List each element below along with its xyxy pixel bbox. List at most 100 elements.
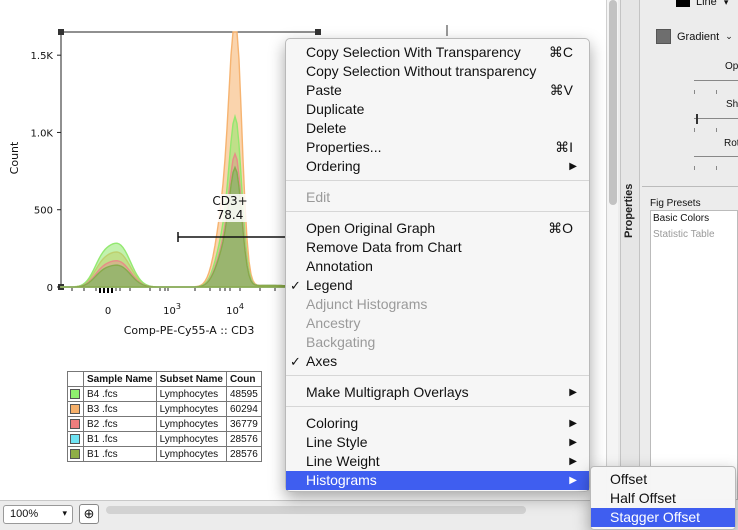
menu-item-edit: Edit — [286, 188, 589, 207]
line-label: Line — [696, 0, 717, 8]
rotation-label: Rot — [724, 138, 738, 149]
gradient-row[interactable]: Gradient ⌄ — [656, 29, 733, 44]
slider-tick — [716, 90, 717, 94]
slider-tick — [694, 128, 695, 132]
menu-item-copy-with-transparency[interactable]: Copy Selection With Transparency ⌘C — [286, 43, 589, 62]
menu-item-label: Axes — [306, 353, 338, 369]
column-header-subset: Subset Name — [155, 371, 227, 387]
column-header-count: Coun — [225, 371, 262, 387]
shadow-slider-thumb[interactable] — [696, 114, 698, 124]
menu-item-paste[interactable]: Paste ⌘V — [286, 81, 589, 100]
shadow-label: Sha — [726, 99, 738, 110]
sample-table[interactable]: Sample Name Subset Name Coun B4 .fcs Lymp… — [67, 371, 262, 462]
table-row[interactable]: B3 .fcs Lymphocytes 60294 — [67, 401, 262, 417]
fig-presets-list[interactable] — [650, 210, 738, 500]
submenu-arrow-icon: ▶ — [569, 475, 577, 486]
menu-item-label: Properties... — [306, 139, 382, 155]
histograms-submenu[interactable]: Offset Half Offset Stagger Offset — [590, 466, 736, 530]
vertical-scrollbar[interactable] — [606, 0, 618, 500]
menu-item-label: Open Original Graph — [306, 220, 436, 236]
gradient-swatch[interactable] — [656, 29, 671, 44]
fig-presets-title: Fig Presets — [650, 198, 701, 209]
menu-item-label: Ancestry — [306, 315, 361, 331]
sample-name-cell: B1 .fcs — [83, 446, 157, 462]
line-style-row[interactable]: Line ▾ — [676, 0, 728, 8]
histogram-series — [60, 113, 319, 288]
gate-label[interactable]: CD3+ 78.4 — [210, 194, 250, 222]
menu-item-line-weight[interactable]: Line Weight ▶ — [286, 452, 589, 471]
panel-divider — [642, 186, 738, 187]
submenu-item-offset[interactable]: Offset — [591, 470, 735, 489]
row-color-cell — [67, 386, 84, 402]
submenu-item-half-offset[interactable]: Half Offset — [591, 489, 735, 508]
zoom-select[interactable]: 100% ▾ — [3, 505, 73, 524]
add-page-button[interactable]: ⊕ — [79, 504, 99, 524]
slider-tick — [694, 166, 695, 170]
horizontal-scroll-thumb[interactable] — [106, 506, 526, 514]
menu-item-label: Make Multigraph Overlays — [306, 384, 469, 400]
menu-item-coloring[interactable]: Coloring ▶ — [286, 414, 589, 433]
menu-item-label: Copy Selection With Transparency — [306, 44, 521, 60]
table-row[interactable]: B1 .fcs Lymphocytes 28576 — [67, 446, 262, 462]
count-cell: 36779 — [225, 416, 262, 432]
menu-item-label: Remove Data from Chart — [306, 239, 462, 255]
menu-item-properties[interactable]: Properties... ⌘I — [286, 138, 589, 157]
menu-item-backgating: Backgating — [286, 333, 589, 352]
menu-item-ancestry: Ancestry — [286, 314, 589, 333]
vertical-scroll-thumb[interactable] — [609, 0, 617, 205]
shadow-slider[interactable] — [694, 118, 738, 119]
color-swatch — [70, 433, 80, 444]
count-cell: 60294 — [225, 401, 262, 417]
chevron-down-icon: ▾ — [723, 0, 729, 7]
submenu-item-stagger-offset[interactable]: Stagger Offset — [591, 508, 735, 527]
slider-tick — [716, 166, 717, 170]
menu-item-label: Line Weight — [306, 453, 380, 469]
menu-separator — [286, 406, 589, 407]
count-cell: 28576 — [225, 431, 262, 447]
menu-separator — [286, 180, 589, 181]
menu-item-line-style[interactable]: Line Style ▶ — [286, 433, 589, 452]
subset-name-cell: Lymphocytes — [155, 401, 227, 417]
menu-item-label: Ordering — [306, 158, 361, 174]
menu-item-label: Histograms — [306, 472, 377, 488]
preset-basic-colors[interactable]: Basic Colors — [653, 213, 709, 224]
submenu-arrow-icon: ▶ — [569, 418, 577, 429]
submenu-arrow-icon: ▶ — [569, 161, 577, 172]
gradient-label: Gradient — [677, 30, 720, 43]
line-color-swatch[interactable] — [676, 0, 690, 8]
menu-item-remove-data[interactable]: Remove Data from Chart — [286, 238, 589, 257]
x-tick-label: 0 — [105, 306, 111, 317]
shortcut-label: ⌘O — [548, 220, 573, 236]
table-row[interactable]: B4 .fcs Lymphocytes 48595 — [67, 386, 262, 402]
table-row[interactable]: B1 .fcs Lymphocytes 28576 — [67, 431, 262, 447]
menu-item-legend[interactable]: ✓ Legend — [286, 276, 589, 295]
rotation-slider[interactable] — [694, 156, 738, 157]
properties-tab[interactable] — [620, 0, 640, 530]
menu-item-ordering[interactable]: Ordering ▶ — [286, 157, 589, 176]
table-row[interactable]: B2 .fcs Lymphocytes 36779 — [67, 416, 262, 432]
menu-item-histograms[interactable]: Histograms ▶ — [286, 471, 589, 490]
preset-statistic-table[interactable]: Statistic Table — [653, 229, 715, 240]
menu-item-axes[interactable]: ✓ Axes — [286, 352, 589, 371]
menu-item-label: Line Style — [306, 434, 368, 450]
opacity-slider[interactable] — [694, 80, 738, 81]
menu-item-make-multigraph-overlays[interactable]: Make Multigraph Overlays ▶ — [286, 383, 589, 402]
opacity-label: Op — [725, 61, 738, 72]
y-tick-label: 1.5K — [31, 51, 54, 62]
x-axis-title: Comp-PE-Cy55-A :: CD3 — [124, 324, 255, 337]
menu-item-annotation[interactable]: Annotation — [286, 257, 589, 276]
subset-name-cell: Lymphocytes — [155, 386, 227, 402]
shortcut-label: ⌘V — [549, 82, 573, 98]
properties-tab-label: Properties — [623, 183, 635, 238]
menu-item-duplicate[interactable]: Duplicate — [286, 100, 589, 119]
context-menu[interactable]: Copy Selection With Transparency ⌘C Copy… — [285, 38, 590, 492]
sample-name-cell: B4 .fcs — [83, 386, 157, 402]
menu-item-copy-without-transparency[interactable]: Copy Selection Without transparency — [286, 62, 589, 81]
menu-item-delete[interactable]: Delete — [286, 119, 589, 138]
row-color-cell — [67, 446, 84, 462]
submenu-arrow-icon: ▶ — [569, 387, 577, 398]
menu-item-open-original-graph[interactable]: Open Original Graph ⌘O — [286, 219, 589, 238]
shortcut-label: ⌘C — [548, 44, 573, 60]
count-cell: 48595 — [225, 386, 262, 402]
menu-item-label: Paste — [306, 82, 342, 98]
